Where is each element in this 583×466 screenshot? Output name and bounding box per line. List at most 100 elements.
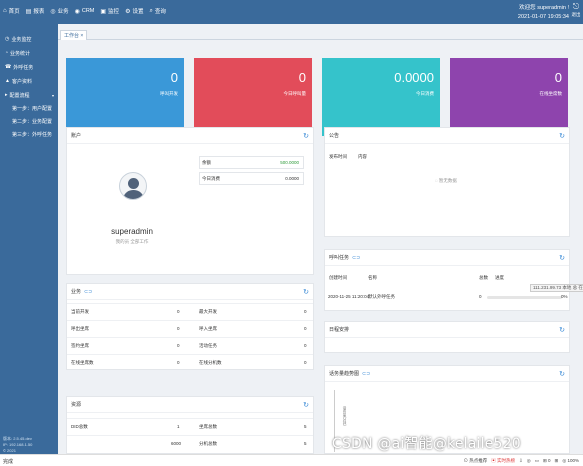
metric-label: 签约坐席 [71,343,89,348]
business-panel: 业务 ⊂⊃ ↻ 当前开发 0 最大开发 0 呼出坐席 0 呼入坐席 0 签约坐席 0 活动任务 0 在… [66,283,314,370]
metric-value: 6000 [171,441,182,446]
sidebar-item-label: 业务监控 [11,36,32,43]
today-cost-label: 今日消费 [202,176,220,181]
stat-card-today-cost: 0.0000 今日消费 [322,58,440,136]
sidebar-item-customer[interactable]: ▲ 客户资料 [0,74,58,88]
exit-button[interactable]: ⎋ 退出 [571,2,581,18]
nav-label: 监控 [108,9,120,15]
refresh-icon[interactable]: ↻ [559,132,565,140]
monitor-icon: ◷ [5,36,10,42]
metric-value: 5 [304,441,307,446]
task-created-time: 2020-11-25 11:20:04 [328,294,370,299]
task-progress-value: 0% [561,294,568,299]
business-row: 呼出坐席 0 呼入坐席 0 [67,320,313,337]
refresh-icon[interactable]: ↻ [559,370,565,378]
stat-card-online-agents: 0 在线坐席数 [450,58,568,136]
stat-label: 呼叫开发 [160,91,178,96]
stat-card-calls: 0 呼叫开发 [66,58,184,136]
browser-icon[interactable]: ◎ [527,458,531,464]
hot-recommend-button[interactable]: ⊙ 热点推荐 [464,458,488,464]
metric-label: 呼出坐席 [71,326,89,331]
layout-icon[interactable]: ⊞ [555,458,559,464]
column-header: 内容 [358,154,367,159]
download-icon[interactable]: ⇩ [519,458,523,464]
business-row: 在线坐席数 0 在线分机数 0 [67,354,313,371]
resource-row: DID总数 1 坐席总数 5 [67,418,313,435]
logout-icon: ⎋ [572,2,580,11]
outbound-task-panel: 呼叫任务 ⊂⊃ ↻ 创建时间 名称 总数 进度 2020-11-25 11:20:0… [324,249,583,311]
stat-value: 0 [170,70,178,85]
nav-label: 设置 [132,9,144,15]
task-total: 0 [479,294,482,299]
nav-search[interactable]: ⌕ 查询 [149,7,165,16]
business-row: 当前开发 0 最大开发 0 [67,303,313,320]
sidebar-item-call-task[interactable]: ☎ 外呼任务 [0,60,58,74]
resource-row: 6000 分机总数 5 [67,435,313,452]
metric-label: 呼入坐席 [199,326,217,331]
metric-value: 0 [304,326,307,331]
zoom-level[interactable]: ◎ 100% [562,458,579,464]
nav-business[interactable]: ◎ 业务 [50,7,69,16]
today-cost-row: 今日消费 0.0000 [199,172,304,185]
sidebar-subitem-step1[interactable]: 第一步：用户配置 [0,102,58,115]
panel-header: 呼叫任务 ⊂⊃ ↻ [325,250,569,266]
grid-count-icon[interactable]: ⊞ 0 [543,458,551,464]
link-icon[interactable]: ⊂⊃ [352,255,360,261]
metric-label: DID总数 [71,424,88,429]
realtime-hot-button[interactable]: ▣ 实时热榜 [491,458,515,464]
panel-title: 公告 [329,133,340,139]
link-icon[interactable]: ⊂⊃ [362,371,370,377]
empty-message: ◌ 暂无数据 [435,178,457,183]
refresh-icon[interactable]: ↻ [303,288,309,296]
metric-value: 1 [177,424,180,429]
metric-label: 在线分机数 [199,360,222,365]
tab-workbench[interactable]: 工作台 × [60,30,88,40]
window-icon[interactable]: ▭ [535,458,539,464]
stat-value: 0 [554,70,562,85]
refresh-icon[interactable]: ↻ [303,401,309,409]
nav-label: 报表 [33,9,45,15]
watermark: CSDN @ai智能@kelaile520 [332,436,521,452]
nav-monitor[interactable]: ▣ 监控 [100,7,120,16]
nav-crm[interactable]: ◉ CRM [75,7,95,15]
report-icon: ▤ [25,8,32,15]
refresh-icon[interactable]: ↻ [559,254,565,262]
crm-icon: ◉ [74,8,80,15]
task-name[interactable]: 默认外呼任务 [368,294,395,300]
panel-header: 日程安排 ↻ [325,322,569,338]
metric-value: 0 [177,360,180,365]
panel-header: 公告 ↻ [325,128,569,144]
metric-value: 5 [304,424,307,429]
settings-icon: ⚙ [125,8,131,15]
sidebar-item-flow[interactable]: ▸ 配置流程 ▾ [0,88,58,102]
nav-home[interactable]: ⌂ 首页 [3,7,20,15]
nav-settings[interactable]: ⚙ 设置 [125,7,144,16]
column-header: 进度 [495,275,504,280]
status-bar: 完成 ⊙ 热点推荐 ▣ 实时热榜 ⇩ ◎ ▭ ⊞ 0 ⊞ ◎ 100% [0,454,583,466]
search-icon: ⌕ [149,7,153,14]
metric-label: 活动任务 [199,343,217,348]
nav-label: CRM [81,8,95,14]
nav-report[interactable]: ▤ 报表 [25,7,45,16]
panel-header: 话务量趋势图 ⊂⊃ ↻ [325,366,569,382]
metric-label: 当前开发 [71,309,89,314]
home-icon: ⌂ [3,8,7,14]
nav-label: 业务 [57,9,69,15]
link-icon[interactable]: ⊂⊃ [84,289,92,295]
stat-value: 0 [298,70,306,85]
sidebar-subitem-step3[interactable]: 第三步：外呼任务 [0,128,58,141]
sidebar-item-label: 第一步：用户配置 [12,106,53,112]
refresh-icon[interactable]: ↻ [303,132,309,140]
sidebar-item-monitor[interactable]: ◷ 业务监控 [0,32,58,46]
tab-bar: 工作台 × [58,30,583,40]
sidebar-item-stats[interactable]: ◔ 业务统计 [0,46,58,60]
refresh-icon[interactable]: ↻ [559,326,565,334]
main-nav: ⌂ 首页 ▤ 报表 ◎ 业务 ◉ CRM ▣ 监控 ⚙ 设置 ⌕ 查询 [3,7,166,16]
tooltip: 111.231.99.73 本地 总 在册 0 [530,284,583,292]
column-header: 创建时间 [329,275,347,280]
metric-label: 最大开发 [199,309,217,314]
flow-icon: ▸ [5,92,8,98]
sidebar-subitem-step2[interactable]: 第二步：业务配置 [0,115,58,128]
metric-value: 0 [304,343,307,348]
business-row: 签约坐席 0 活动任务 0 [67,337,313,354]
